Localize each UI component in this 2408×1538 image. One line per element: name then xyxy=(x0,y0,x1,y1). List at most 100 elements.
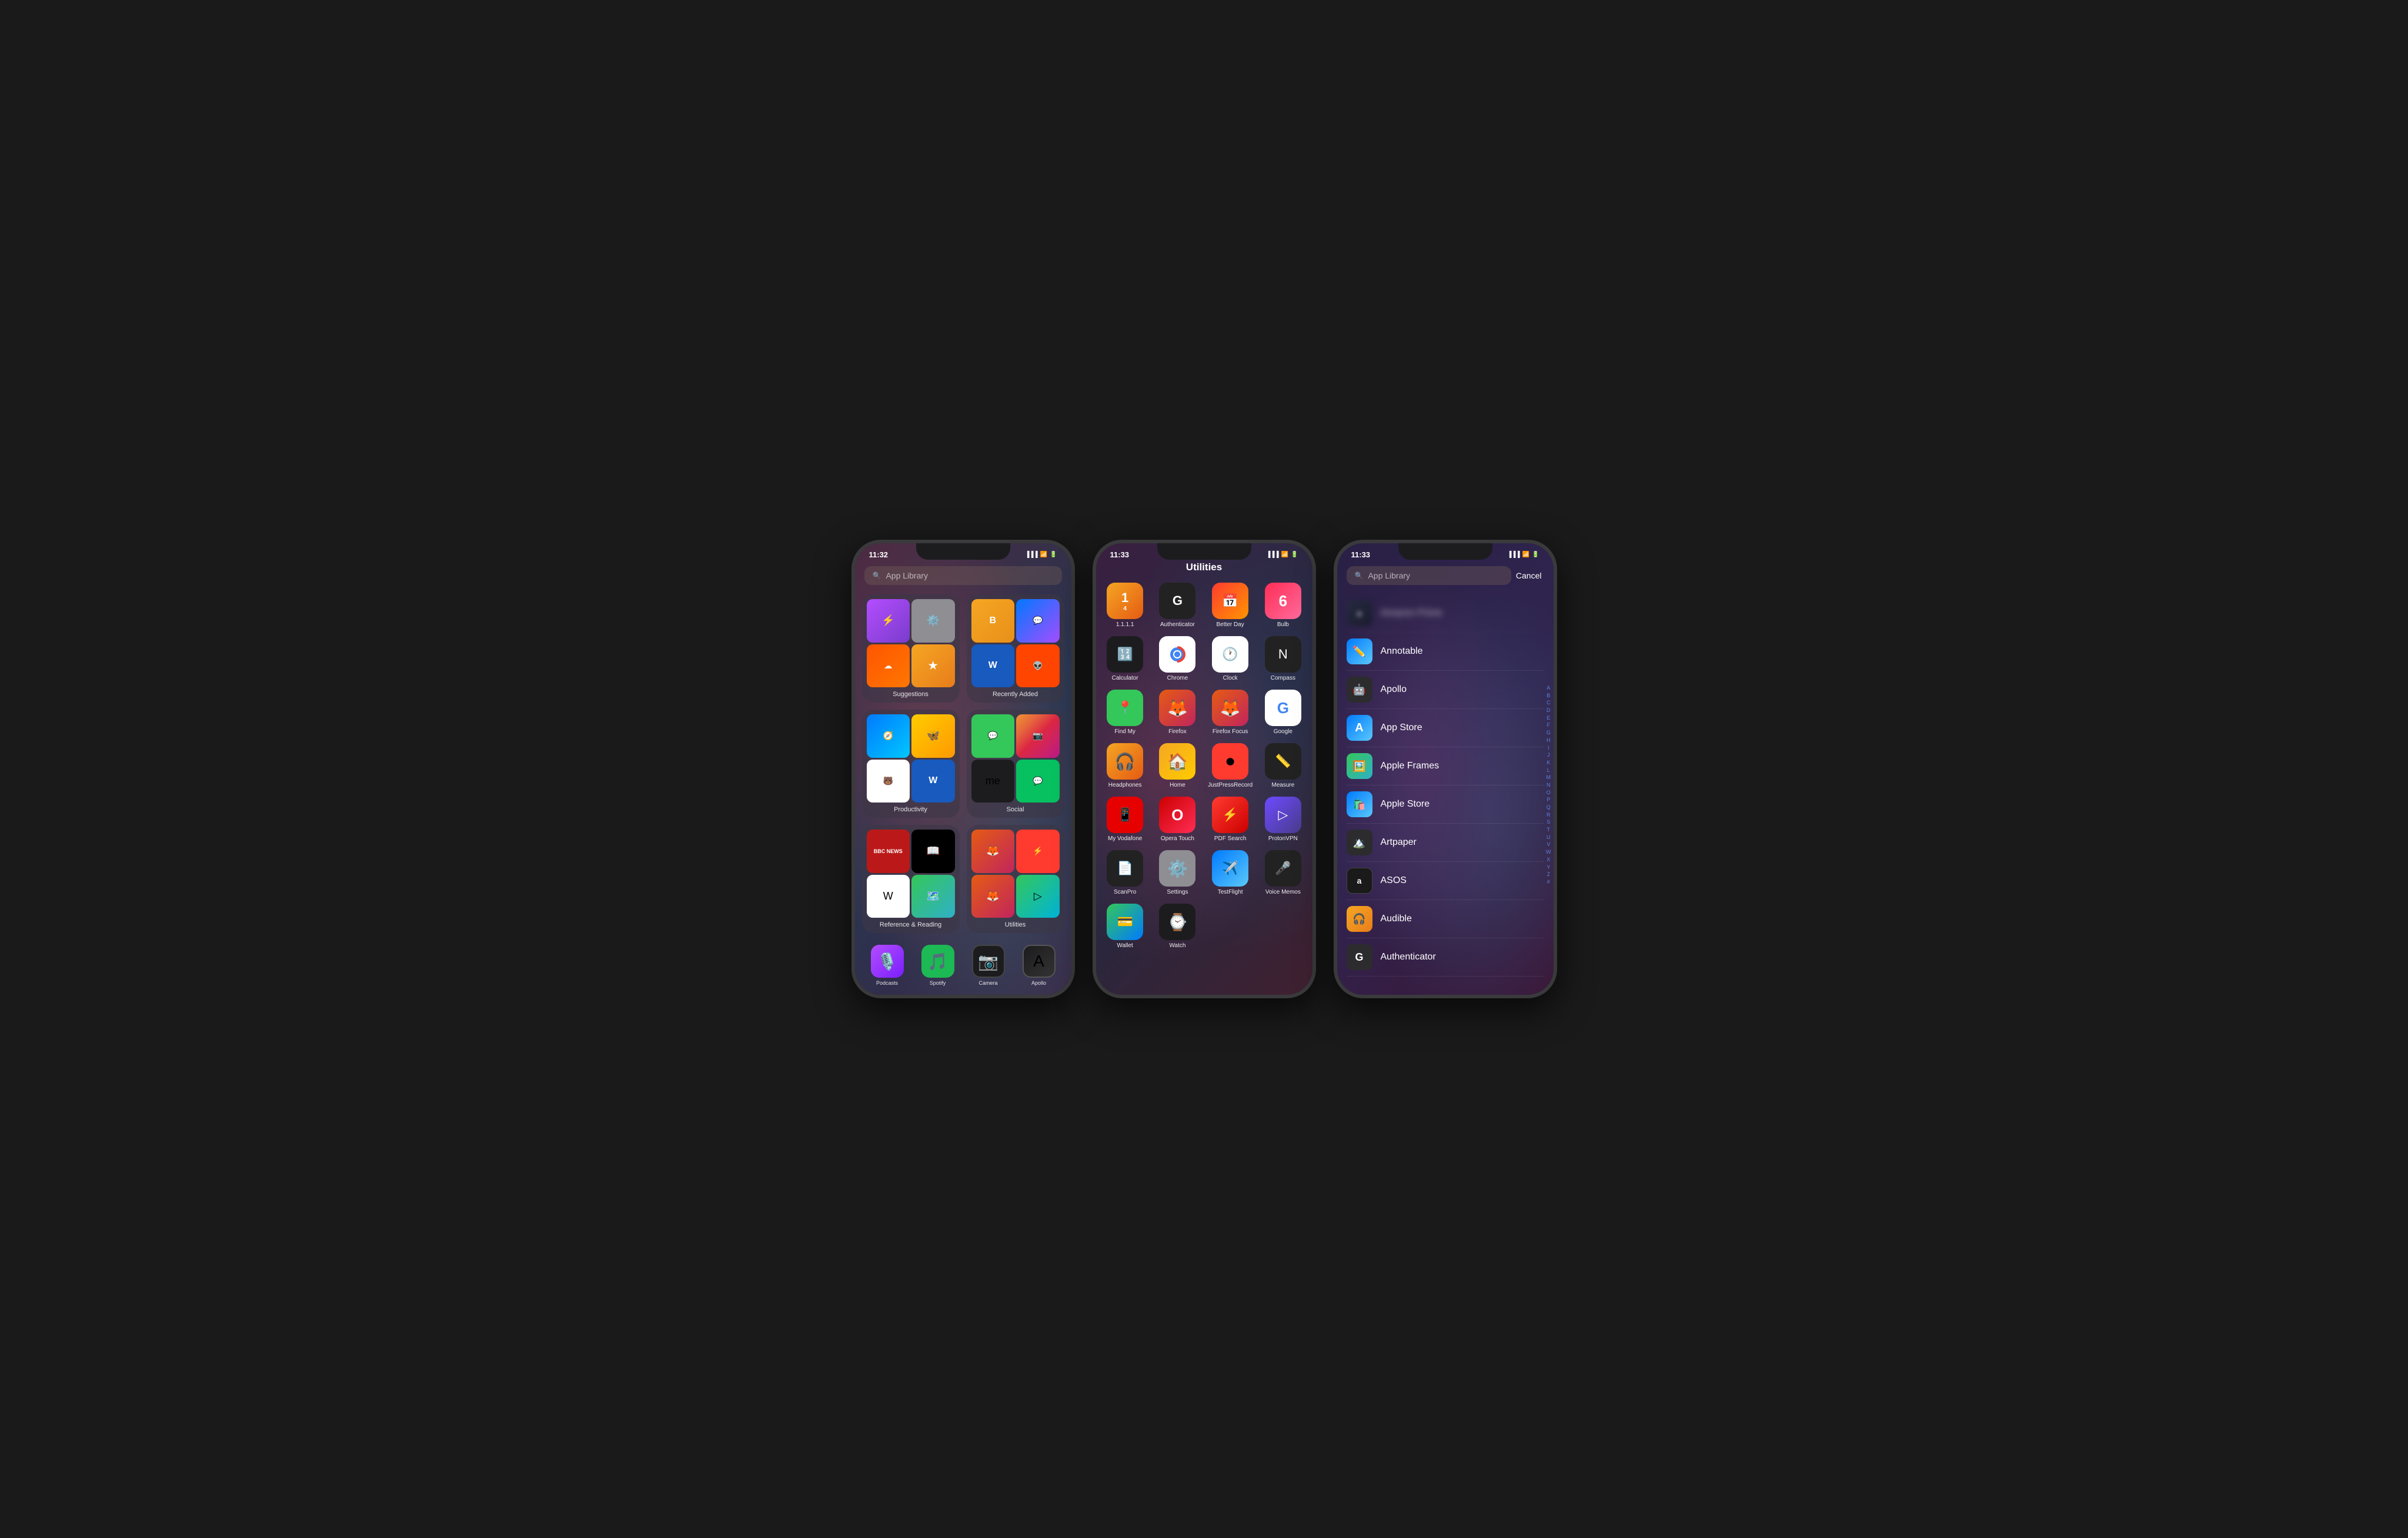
app-icon-jpr[interactable]: ⏺ xyxy=(1212,743,1248,780)
app-facetime[interactable]: me xyxy=(971,760,1015,803)
app-word2[interactable]: W xyxy=(911,760,955,803)
app-item-ffocus[interactable]: 🦊 Firefox Focus xyxy=(1208,690,1253,735)
alpha-K[interactable]: K xyxy=(1546,760,1551,767)
list-item-appleframes[interactable]: 🖼️ Apple Frames xyxy=(1347,747,1544,785)
app-shortcuts[interactable]: ⚡ xyxy=(867,599,910,643)
app-ff1[interactable]: 🦊 xyxy=(971,830,1015,873)
alpha-U[interactable]: U xyxy=(1546,834,1551,841)
app-item-google[interactable]: G Google xyxy=(1261,690,1305,735)
list-item-artpaper[interactable]: 🏔️ Artpaper xyxy=(1347,824,1544,862)
alpha-L[interactable]: L xyxy=(1546,767,1551,774)
alpha-G[interactable]: G xyxy=(1546,730,1551,737)
app-icon-testflight[interactable]: ✈️ xyxy=(1212,850,1248,887)
app-item-clock[interactable]: 🕐 Clock xyxy=(1208,636,1253,681)
folder-productivity[interactable]: 🧭 🦋 🐻 W Productivity xyxy=(862,710,960,818)
app-icon-headphones[interactable]: 🎧 xyxy=(1107,743,1143,780)
app-ff2[interactable]: 🦊 xyxy=(971,875,1015,918)
app-wechat[interactable]: 💬 xyxy=(1016,760,1060,803)
alphabet-sidebar[interactable]: A B C D E F G H I J K L M N O P Q R S T xyxy=(1546,685,1551,886)
alpha-R[interactable]: R xyxy=(1546,812,1551,819)
list-item-authenticator[interactable]: G Authenticator xyxy=(1347,938,1544,977)
app-item-podcasts[interactable]: 🎙️ Podcasts xyxy=(871,945,904,986)
alpha-M[interactable]: M xyxy=(1546,774,1551,781)
alpha-B[interactable]: B xyxy=(1546,693,1551,700)
app-word[interactable]: W xyxy=(971,644,1015,688)
app-item-opera[interactable]: O Opera Touch xyxy=(1155,797,1200,842)
app-flash[interactable]: ⚡ xyxy=(1016,830,1060,873)
app-wiki[interactable]: W xyxy=(867,875,910,918)
app-icon-spotify[interactable]: 🎵 xyxy=(921,945,954,978)
app-icon-camera[interactable]: 📷 xyxy=(972,945,1005,978)
alpha-P[interactable]: P xyxy=(1546,797,1551,804)
app-icon-pdfsearch[interactable]: ⚡ xyxy=(1212,797,1248,833)
app-item-1111[interactable]: 14 1.1.1.1 xyxy=(1103,583,1147,628)
app-item-firefox[interactable]: 🦊 Firefox xyxy=(1155,690,1200,735)
list-item-asos[interactable]: a ASOS xyxy=(1347,862,1544,900)
app-reddit[interactable]: 👽 xyxy=(1016,644,1060,688)
list-item-appstore[interactable]: A App Store xyxy=(1347,709,1544,747)
alpha-O[interactable]: O xyxy=(1546,790,1551,797)
app-safari[interactable]: 🧭 xyxy=(867,714,910,758)
app-icon-wallet[interactable]: 💳 xyxy=(1107,904,1143,940)
app-item-measure[interactable]: 📏 Measure xyxy=(1261,743,1305,788)
list-item-audible[interactable]: 🎧 Audible xyxy=(1347,900,1544,938)
alpha-V[interactable]: V xyxy=(1546,842,1551,849)
app-item-bulb[interactable]: 6 Bulb xyxy=(1261,583,1305,628)
app-soundcloud[interactable]: ☁ xyxy=(867,644,910,688)
app-settings[interactable]: ⚙️ xyxy=(911,599,955,643)
app-nav2[interactable]: ▷ xyxy=(1016,875,1060,918)
alpha-X[interactable]: X xyxy=(1546,857,1551,864)
app-bbc[interactable]: BBC NEWS xyxy=(867,830,910,873)
app-item-authenticator[interactable]: G Authenticator xyxy=(1155,583,1200,628)
app-icon-betterday[interactable]: 📅 xyxy=(1212,583,1248,619)
alpha-I[interactable]: I xyxy=(1546,745,1551,752)
alpha-D[interactable]: D xyxy=(1546,707,1551,714)
alpha-Z[interactable]: Z xyxy=(1546,871,1551,878)
app-item-voicememos[interactable]: 🎤 Voice Memos xyxy=(1261,850,1305,895)
app-icon-1111[interactable]: 14 xyxy=(1107,583,1143,619)
app-icon-podcasts[interactable]: 🎙️ xyxy=(871,945,904,978)
app-maps[interactable]: 🗺️ xyxy=(911,875,955,918)
app-item-vodafone[interactable]: 📱 My Vodafone xyxy=(1103,797,1147,842)
list-item-applestore[interactable]: 🛍️ Apple Store xyxy=(1347,785,1544,824)
app-item-watch[interactable]: ⌚ Watch xyxy=(1155,904,1200,949)
app-icon-chrome[interactable] xyxy=(1159,636,1195,673)
app-icon-measure[interactable]: 📏 xyxy=(1265,743,1301,780)
app-icon-auth[interactable]: G xyxy=(1159,583,1195,619)
app-icon-calculator[interactable]: 🔢 xyxy=(1107,636,1143,673)
folder-social[interactable]: 💬 📷 me 💬 Social xyxy=(967,710,1064,818)
app-icon-settings[interactable]: ⚙️ xyxy=(1159,850,1195,887)
app-icon-opera[interactable]: O xyxy=(1159,797,1195,833)
alpha-hash[interactable]: # xyxy=(1546,879,1551,886)
app-instagram[interactable]: 📷 xyxy=(1016,714,1060,758)
app-icon-scanpro[interactable]: 📄 xyxy=(1107,850,1143,887)
folder-reference[interactable]: BBC NEWS 📖 W 🗺️ Reference & Reading xyxy=(862,825,960,933)
alpha-N[interactable]: N xyxy=(1546,782,1551,789)
app-icon-compass[interactable]: N xyxy=(1265,636,1301,673)
alpha-T[interactable]: T xyxy=(1546,827,1551,834)
search-input-phone3[interactable]: 🔍 App Library xyxy=(1347,566,1511,585)
app-icon-clock[interactable]: 🕐 xyxy=(1212,636,1248,673)
alpha-Y[interactable]: Y xyxy=(1546,864,1551,871)
alpha-J[interactable]: J xyxy=(1546,752,1551,759)
app-item-testflight[interactable]: ✈️ TestFlight xyxy=(1208,850,1253,895)
folder-suggestions[interactable]: ⚡ ⚙️ ☁ ★ Suggestions xyxy=(862,594,960,703)
app-icon-vodafone[interactable]: 📱 xyxy=(1107,797,1143,833)
app-icon-voicememos[interactable]: 🎤 xyxy=(1265,850,1301,887)
app-icon-findmy[interactable]: 📍 xyxy=(1107,690,1143,726)
app-icon-proton[interactable]: ▷ xyxy=(1265,797,1301,833)
app-item-wallet[interactable]: 💳 Wallet xyxy=(1103,904,1147,949)
app-bear2[interactable]: 🐻 xyxy=(867,760,910,803)
app-bear[interactable]: B xyxy=(971,599,1015,643)
app-item-jpr[interactable]: ⏺ JustPressRecord xyxy=(1208,743,1253,788)
alpha-S[interactable]: S xyxy=(1546,820,1551,827)
app-icon-apollo[interactable]: A xyxy=(1023,945,1056,978)
alpha-W[interactable]: W xyxy=(1546,849,1551,856)
app-item-apollo[interactable]: A Apollo xyxy=(1023,945,1056,986)
cancel-button[interactable]: Cancel xyxy=(1516,571,1544,580)
app-item-chrome[interactable]: Chrome xyxy=(1155,636,1200,681)
list-item-amazon[interactable]: a Amazon Prime xyxy=(1347,594,1544,633)
app-icon-home[interactable]: 🏠 xyxy=(1159,743,1195,780)
app-icon-bulb[interactable]: 6 xyxy=(1265,583,1301,619)
app-messages[interactable]: 💬 xyxy=(971,714,1015,758)
